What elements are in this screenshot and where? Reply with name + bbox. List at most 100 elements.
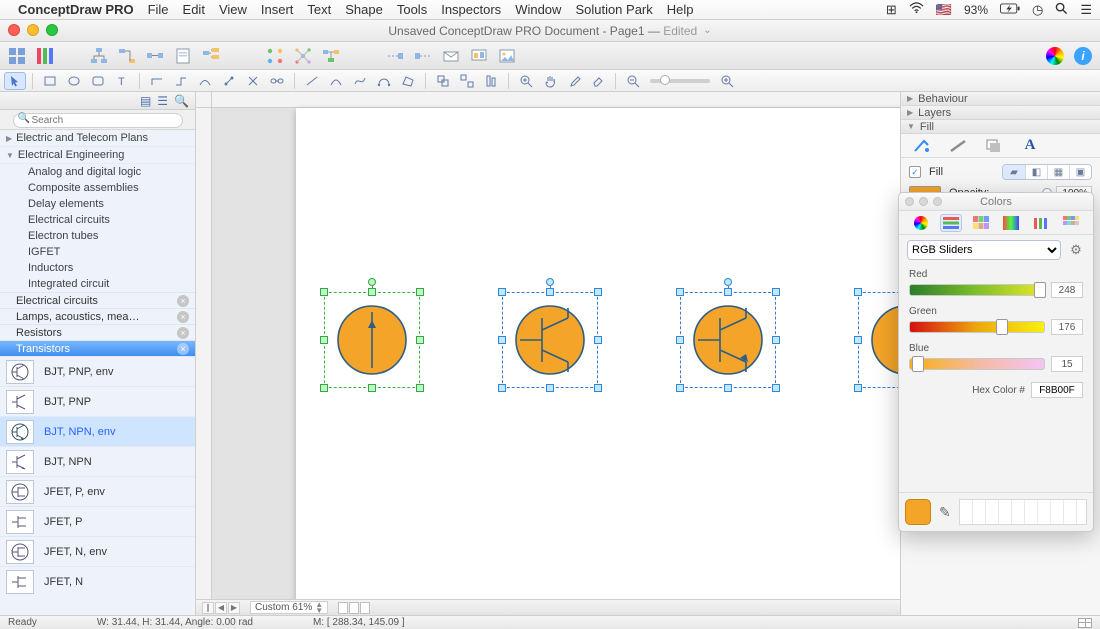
shape-transistor-3[interactable] (692, 304, 764, 376)
minimize-button[interactable] (27, 24, 39, 36)
colors-tab-sliders-icon[interactable] (940, 214, 962, 232)
menu-help[interactable]: Help (667, 2, 694, 17)
page-scroll-icon[interactable]: ∥ (202, 602, 214, 614)
colors-min-icon[interactable] (919, 197, 928, 206)
toolbar-slide-icon[interactable] (468, 46, 490, 66)
tree-item[interactable]: IGFET (0, 244, 195, 260)
tree-item[interactable]: Analog and digital logic (0, 164, 195, 180)
green-slider[interactable] (909, 321, 1045, 333)
close-button[interactable] (8, 24, 20, 36)
tree-item[interactable]: Delay elements (0, 196, 195, 212)
zoom-combo[interactable]: Custom 61%▲▼ (250, 601, 328, 614)
fill-pattern-icon[interactable]: ▦ (1047, 165, 1069, 179)
tool-connector-angled[interactable] (146, 72, 168, 90)
toolbar-libraries-icon[interactable] (6, 46, 28, 66)
menu-shape[interactable]: Shape (345, 2, 383, 17)
colors-window[interactable]: Colors RGB Sliders ⚙ Red 248 Green 176 B… (898, 192, 1094, 532)
fill-solid-icon[interactable]: ▰ (1003, 165, 1025, 179)
tool-group[interactable] (432, 72, 454, 90)
shape-transistor-1[interactable] (336, 304, 408, 376)
colors-zoom-icon[interactable] (933, 197, 942, 206)
section-fill[interactable]: ▼Fill (901, 120, 1100, 134)
colors-mode-select[interactable]: RGB Sliders (907, 240, 1061, 260)
toolbar-dash-from-icon[interactable] (412, 46, 434, 66)
tool-link[interactable] (266, 72, 288, 90)
wifi-icon[interactable] (909, 2, 924, 17)
gear-icon[interactable]: ⚙ (1067, 241, 1085, 259)
toolbar-flow-icon[interactable] (116, 46, 138, 66)
toolbar-flow2-icon[interactable] (320, 46, 342, 66)
shape-transistor-4[interactable] (870, 304, 900, 376)
library-search-icon[interactable]: 🔍 (174, 94, 189, 108)
drawing-page[interactable] (296, 108, 900, 608)
colors-tab-wheel-icon[interactable] (910, 214, 932, 232)
tool-rect[interactable] (39, 72, 61, 90)
tab-text-icon[interactable]: A (1019, 137, 1041, 155)
toolbar-doc-icon[interactable] (172, 46, 194, 66)
menu-edit[interactable]: Edit (183, 2, 205, 17)
library-gridview-icon[interactable]: ▤ (140, 94, 151, 108)
tool-ungroup[interactable] (456, 72, 478, 90)
toolbar-radial-icon[interactable] (292, 46, 314, 66)
blue-value[interactable]: 15 (1051, 356, 1083, 372)
menu-window[interactable]: Window (515, 2, 561, 17)
blue-slider[interactable] (909, 358, 1045, 370)
tool-connector-curve[interactable] (194, 72, 216, 90)
app-name[interactable]: ConceptDraw PRO (18, 2, 134, 17)
colors-tab-swatches-icon[interactable] (1060, 214, 1082, 232)
tree-item[interactable]: Electron tubes (0, 228, 195, 244)
tree-cat-electric-telecom[interactable]: ▶Electric and Telecom Plans (0, 130, 195, 147)
red-slider[interactable] (909, 284, 1045, 296)
colors-close-icon[interactable] (905, 197, 914, 206)
tool-connector-step[interactable] (170, 72, 192, 90)
toolbar-info-icon[interactable]: i (1072, 46, 1094, 66)
close-icon[interactable]: × (177, 295, 189, 307)
stencil-item[interactable]: BJT, PNP (0, 386, 195, 416)
stencil-item[interactable]: BJT, PNP, env (0, 356, 195, 386)
tree-cat-electrical-eng[interactable]: ▼Electrical Engineering (0, 147, 195, 164)
tool-arc[interactable] (325, 72, 347, 90)
tool-pan[interactable] (539, 72, 561, 90)
toolbar-tree-icon[interactable] (88, 46, 110, 66)
battery-icon[interactable] (1000, 2, 1020, 17)
tool-polygon[interactable] (397, 72, 419, 90)
zoom-button[interactable] (46, 24, 58, 36)
toolbar-palette-icon[interactable] (34, 46, 56, 66)
stencil-item[interactable]: BJT, NPN (0, 446, 195, 476)
toolbar-dash-to-icon[interactable] (384, 46, 406, 66)
toolbar-send-icon[interactable] (440, 46, 462, 66)
hex-input[interactable] (1031, 382, 1083, 398)
tool-bezier[interactable] (373, 72, 395, 90)
library-search-input[interactable] (13, 113, 183, 128)
close-icon[interactable]: × (177, 343, 189, 355)
eyedropper-icon[interactable]: ✎ (939, 504, 951, 521)
tree-item[interactable]: Electrical circuits (0, 212, 195, 228)
tool-select[interactable] (4, 72, 26, 90)
fill-mode-segmented[interactable]: ▰ ◧ ▦ ▣ (1002, 164, 1092, 180)
page-next-icon[interactable]: ▶ (228, 602, 240, 614)
tab-shadow-icon[interactable] (983, 137, 1005, 155)
page-tabs[interactable] (338, 602, 370, 614)
stencil-item[interactable]: JFET, P, env (0, 476, 195, 506)
menu-text[interactable]: Text (307, 2, 331, 17)
ruler-vertical[interactable] (196, 108, 212, 599)
tool-eyedropper[interactable] (563, 72, 585, 90)
toolbar-colorwheel-icon[interactable] (1044, 46, 1066, 66)
fill-image-icon[interactable]: ▣ (1069, 165, 1091, 179)
ruler-horizontal[interactable] (212, 92, 900, 108)
tool-ellipse[interactable] (63, 72, 85, 90)
page-prev-icon[interactable]: ◀ (215, 602, 227, 614)
shape-transistor-2[interactable] (514, 304, 586, 376)
saved-swatches-grid[interactable] (959, 499, 1087, 525)
menu-file[interactable]: File (148, 2, 169, 17)
section-behaviour[interactable]: ▶Behaviour (901, 92, 1100, 106)
menu-tools[interactable]: Tools (397, 2, 427, 17)
dashboard-icon[interactable]: ⊞ (886, 2, 897, 18)
green-value[interactable]: 176 (1051, 319, 1083, 335)
colors-tab-palette-icon[interactable] (970, 214, 992, 232)
zoom-out-icon[interactable] (622, 72, 644, 90)
zoom-in-icon[interactable] (716, 72, 738, 90)
stencil-item[interactable]: JFET, N, env (0, 536, 195, 566)
tool-zoom-in[interactable] (515, 72, 537, 90)
menu-inspectors[interactable]: Inspectors (441, 2, 501, 17)
